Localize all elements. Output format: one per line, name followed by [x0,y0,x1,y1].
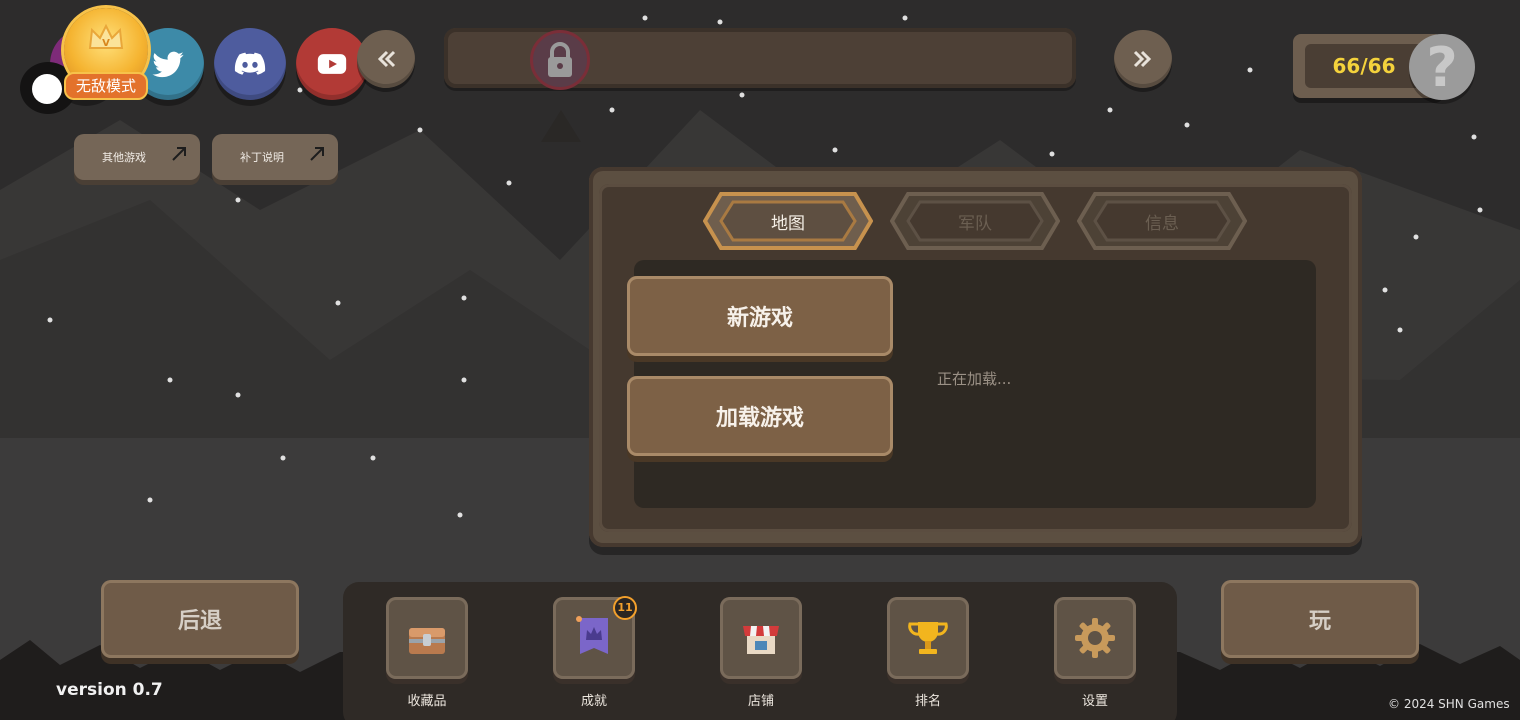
star [370,455,376,461]
external-link-icon [172,147,186,161]
shop-button[interactable] [720,597,802,679]
load-game-button[interactable]: 加载游戏 [627,376,893,456]
star [235,392,241,398]
star [1397,327,1403,333]
achievements-label: 成就 [580,694,607,709]
crown-banner-icon [576,616,608,654]
star [335,300,341,306]
ranking-button[interactable] [887,597,969,679]
star [47,317,53,323]
star [1471,134,1477,140]
star [1247,67,1253,73]
lock-icon [548,42,572,77]
other-games-label: 其他游戏 [102,151,146,164]
vip-mode-label[interactable]: 无敌模式 [64,72,148,100]
star [461,377,467,383]
tab-army-label: 军队 [958,213,992,234]
star [609,107,615,113]
external-link-icon [310,147,324,161]
ranking-label: 排名 [914,694,941,709]
toggle-knob [32,74,62,104]
achievements-badge: 11 [613,596,637,620]
locked-level-node[interactable] [530,30,590,90]
shop-label: 店铺 [747,694,774,709]
star [235,197,241,203]
version-text: version 0.7 [56,680,163,700]
star [417,127,423,133]
tab-map-label: 地图 [771,213,805,234]
play-button[interactable]: 玩 [1221,580,1419,658]
twitter-icon [152,51,184,78]
star [297,87,303,93]
new-game-button[interactable]: 新游戏 [627,276,893,356]
crown-v-icon: V [88,23,124,49]
collectibles-label: 收藏品 [407,694,447,709]
star [1107,107,1113,113]
tab-info-label: 信息 [1145,213,1179,234]
copyright-text: © 2024 SHN Games [1388,697,1510,711]
patch-notes-label: 补丁说明 [240,151,284,164]
star [1477,207,1483,213]
trophy-icon [908,622,948,654]
back-button[interactable]: 后退 [101,580,299,658]
treasure-chest-icon [409,628,445,654]
star [739,92,745,98]
next-button[interactable] [1114,30,1172,88]
star [1049,151,1055,157]
star [1413,234,1419,240]
star [642,15,648,21]
double-chevron-left-icon [377,50,396,68]
selection-marker [541,110,581,142]
star [280,455,286,461]
star [902,15,908,21]
star [717,19,723,25]
star [506,180,512,186]
discord-button[interactable] [214,28,286,100]
star [461,295,467,301]
patch-notes-button[interactable]: 补丁说明 [212,134,338,180]
unknown-avatar[interactable]: ? [1409,34,1475,100]
shop-icon [743,626,779,654]
settings-button[interactable] [1054,597,1136,679]
tab-map[interactable]: 地图 [703,190,873,252]
previous-button[interactable] [357,30,415,88]
star [457,512,463,518]
loading-text: 正在加载... [937,370,1012,388]
tab-army[interactable]: 军队 [890,190,1060,252]
collectibles-button[interactable] [386,597,468,679]
star [147,497,153,503]
star [1184,122,1190,128]
settings-label: 设置 [1081,694,1108,709]
tab-info[interactable]: 信息 [1077,190,1247,252]
gear-icon [1075,618,1115,658]
counter-value: 66/66 [1305,44,1423,88]
star [832,147,838,153]
discord-icon [234,52,266,75]
svg-text:V: V [102,38,110,49]
double-chevron-right-icon [1133,50,1152,68]
other-games-button[interactable]: 其他游戏 [74,134,200,180]
star [1382,287,1388,293]
youtube-icon [317,54,347,74]
star [167,377,173,383]
